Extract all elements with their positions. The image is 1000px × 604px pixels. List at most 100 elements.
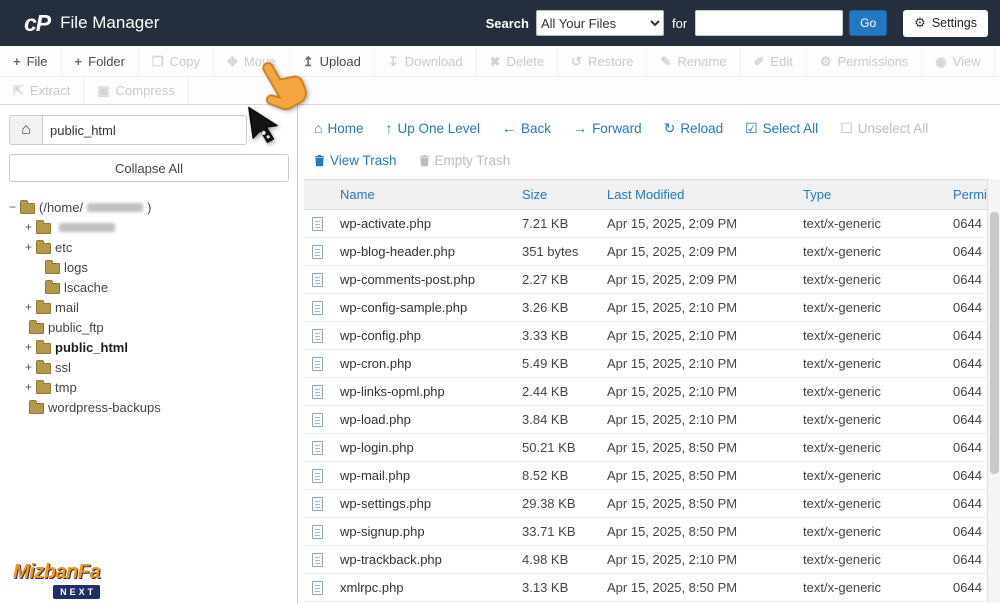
rename-icon: ✎ bbox=[660, 53, 672, 69]
file-name: wp-signup.php bbox=[334, 517, 520, 546]
tree-label: logs bbox=[64, 259, 88, 275]
workspace: ⌂ Collapse All − (/home/ ) + bbox=[0, 105, 1000, 604]
toolbar-btn-extract[interactable]: ⇱ Extract bbox=[0, 77, 85, 104]
file-name: wp-load.php bbox=[334, 405, 520, 434]
file-type: text/x-generic bbox=[801, 573, 949, 602]
tree-expander[interactable]: + bbox=[25, 361, 32, 373]
tree-item-mail[interactable]: + mail bbox=[9, 297, 288, 317]
file-icon bbox=[312, 357, 323, 372]
tree-expander[interactable]: + bbox=[25, 381, 32, 393]
col-modified[interactable]: Last Modified bbox=[605, 179, 801, 210]
nav-link-view-trash[interactable]: View Trash bbox=[314, 153, 397, 168]
file-row-wp-config-php[interactable]: wp-config.php 3.33 KB Apr 15, 2025, 2:10… bbox=[304, 321, 1000, 350]
file-size: 5.49 KB bbox=[520, 349, 605, 378]
restore-icon: ↺ bbox=[571, 53, 582, 69]
tree-item-item[interactable]: + bbox=[9, 217, 288, 237]
nav-link-home[interactable]: ⌂ Home bbox=[314, 121, 363, 136]
file-row-wp-blog-header-php[interactable]: wp-blog-header.php 351 bytes Apr 15, 202… bbox=[304, 237, 1000, 266]
file-icon bbox=[312, 553, 323, 568]
file-row-wp-settings-php[interactable]: wp-settings.php 29.38 KB Apr 15, 2025, 8… bbox=[304, 489, 1000, 518]
forward-icon: → bbox=[573, 120, 588, 136]
col-type[interactable]: Type bbox=[801, 179, 949, 210]
tree-expander[interactable]: + bbox=[25, 341, 32, 353]
toolbar-btn-compress[interactable]: ▣ Compress bbox=[84, 77, 189, 104]
tree-expander[interactable]: + bbox=[25, 241, 32, 253]
scrollbar-thumb[interactable] bbox=[990, 212, 999, 474]
toolbar-btn-folder[interactable]: + Folder bbox=[62, 46, 139, 76]
nav-link-unselect-all[interactable]: ☐ Unselect All bbox=[840, 121, 928, 136]
file-row-wp-trackback-php[interactable]: wp-trackback.php 4.98 KB Apr 15, 2025, 2… bbox=[304, 545, 1000, 574]
file-name: wp-trackback.php bbox=[334, 545, 520, 574]
file-row-wp-signup-php[interactable]: wp-signup.php 33.71 KB Apr 15, 2025, 8:5… bbox=[304, 517, 1000, 546]
nav-link-forward[interactable]: → Forward bbox=[573, 121, 642, 136]
file-row-wp-comments-post-php[interactable]: wp-comments-post.php 2.27 KB Apr 15, 202… bbox=[304, 265, 1000, 294]
home-directory-button[interactable]: ⌂ bbox=[9, 115, 43, 145]
vertical-scrollbar[interactable] bbox=[987, 179, 1000, 603]
toolbar-btn-label: Permissions bbox=[837, 53, 909, 69]
tree-item-etc[interactable]: + etc bbox=[9, 237, 288, 257]
file-modified: Apr 15, 2025, 2:09 PM bbox=[605, 209, 801, 238]
file-name: wp-comments-post.php bbox=[334, 265, 520, 294]
file-size: 50.21 KB bbox=[520, 433, 605, 462]
nav-link-up-one-level[interactable]: ↑ Up One Level bbox=[385, 121, 480, 136]
file-size: 351 bytes bbox=[520, 237, 605, 266]
file-row-wp-login-php[interactable]: wp-login.php 50.21 KB Apr 15, 2025, 8:50… bbox=[304, 433, 1000, 462]
go-button[interactable]: Go bbox=[849, 10, 888, 36]
unselect-all-icon: ☐ bbox=[840, 120, 853, 136]
col-icon bbox=[304, 179, 334, 210]
toolbar-btn-delete[interactable]: ✖ Delete bbox=[477, 46, 559, 76]
file-row-xmlrpc-php[interactable]: xmlrpc.php 3.13 KB Apr 15, 2025, 8:50 PM… bbox=[304, 573, 1000, 602]
tree-item-tmp[interactable]: + tmp bbox=[9, 377, 288, 397]
tree-expander[interactable]: + bbox=[25, 301, 32, 313]
collapse-all-button[interactable]: Collapse All bbox=[9, 154, 289, 182]
tree-item-wordpress-backups[interactable]: wordpress-backups bbox=[9, 397, 288, 417]
path-input[interactable] bbox=[43, 115, 247, 145]
file-name: wp-login.php bbox=[334, 433, 520, 462]
toolbar-btn-label: View bbox=[952, 53, 981, 69]
tree-item-public-ftp[interactable]: public_ftp bbox=[9, 317, 288, 337]
file-row-wp-cron-php[interactable]: wp-cron.php 5.49 KB Apr 15, 2025, 2:10 P… bbox=[304, 349, 1000, 378]
search-input[interactable] bbox=[695, 10, 844, 36]
toolbar-btn-edit[interactable]: ✐ Edit bbox=[741, 46, 807, 76]
file-table-area: Name Size Last Modified Type Permissions… bbox=[304, 179, 1000, 603]
toolbar-btn-rename[interactable]: ✎ Rename bbox=[647, 46, 741, 76]
nav-link-back[interactable]: ← Back bbox=[502, 121, 551, 136]
tree-item-public-html[interactable]: + public_html bbox=[9, 337, 288, 357]
file-row-wp-links-opml-php[interactable]: wp-links-opml.php 2.44 KB Apr 15, 2025, … bbox=[304, 377, 1000, 406]
file-size: 3.13 KB bbox=[520, 573, 605, 602]
file-row-wp-activate-php[interactable]: wp-activate.php 7.21 KB Apr 15, 2025, 2:… bbox=[304, 209, 1000, 238]
tree-item-home[interactable]: − (/home/ ) bbox=[9, 197, 288, 217]
tree-label: etc bbox=[55, 239, 73, 255]
nav-link-reload[interactable]: ↻ Reload bbox=[664, 121, 724, 136]
col-name[interactable]: Name bbox=[334, 179, 520, 210]
tree-item-logs[interactable]: logs bbox=[9, 257, 288, 277]
tree-expander[interactable]: + bbox=[25, 221, 32, 233]
toolbar-btn-view[interactable]: ◉ View bbox=[922, 46, 995, 76]
toolbar-btn-permissions[interactable]: ⚙ Permissions bbox=[807, 46, 923, 76]
toolbar-btn-move[interactable]: ✥ Move bbox=[214, 46, 290, 76]
nav-link-select-all[interactable]: ☑ Select All bbox=[745, 121, 818, 136]
nav-link-label: Back bbox=[521, 120, 552, 136]
settings-button[interactable]: ⚙ Settings bbox=[903, 9, 988, 37]
tree-label: (/home/ bbox=[39, 199, 84, 215]
folder-icon bbox=[29, 399, 44, 414]
nav-link-label: Select All bbox=[762, 120, 819, 136]
tree-expander[interactable]: − bbox=[9, 201, 16, 213]
nav-link-empty-trash[interactable]: Empty Trash bbox=[419, 153, 510, 168]
search-scope-select[interactable]: All Your Files bbox=[535, 10, 664, 36]
move-icon: ✥ bbox=[227, 53, 238, 69]
toolbar-btn-download[interactable]: ↧ Download bbox=[375, 46, 477, 76]
file-type: text/x-generic bbox=[801, 377, 949, 406]
toolbar-btn-copy[interactable]: ❐ Copy bbox=[139, 46, 215, 76]
file-row-wp-load-php[interactable]: wp-load.php 3.84 KB Apr 15, 2025, 2:10 P… bbox=[304, 405, 1000, 434]
tree-item-lscache[interactable]: lscache bbox=[9, 277, 288, 297]
file-name: wp-mail.php bbox=[334, 461, 520, 490]
file-row-wp-mail-php[interactable]: wp-mail.php 8.52 KB Apr 15, 2025, 8:50 P… bbox=[304, 461, 1000, 490]
plus-icon: + bbox=[13, 53, 21, 69]
col-size[interactable]: Size bbox=[520, 179, 605, 210]
tree-item-ssl[interactable]: + ssl bbox=[9, 357, 288, 377]
toolbar-btn-restore[interactable]: ↺ Restore bbox=[558, 46, 648, 76]
file-row-wp-config-sample-php[interactable]: wp-config-sample.php 3.26 KB Apr 15, 202… bbox=[304, 293, 1000, 322]
toolbar-btn-file[interactable]: + File bbox=[0, 46, 62, 76]
toolbar-btn-upload[interactable]: ↥ Upload bbox=[290, 46, 375, 76]
